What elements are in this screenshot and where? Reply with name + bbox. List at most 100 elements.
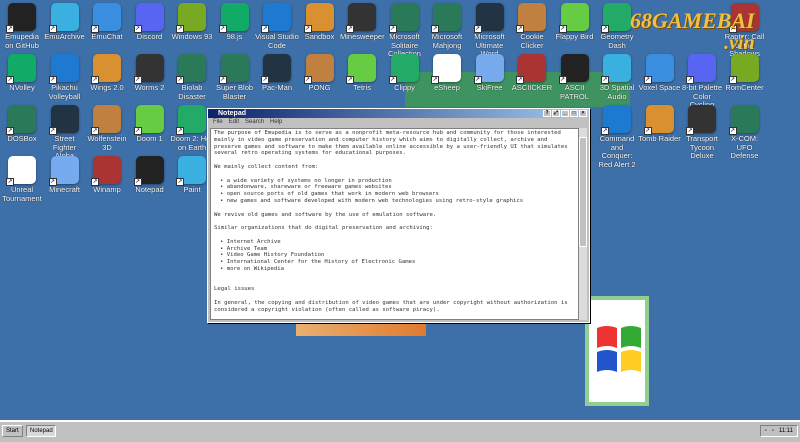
desktop-icon-skifree[interactable]: ↗SkiFree: [468, 54, 512, 93]
desktop-icon-98-js[interactable]: ↗98.js: [213, 3, 257, 42]
menu-search[interactable]: Search: [245, 118, 264, 127]
shortcut-arrow-icon: ↗: [261, 25, 269, 33]
desktop-icon-tetris[interactable]: ↗Tetris: [340, 54, 384, 93]
maximize-button[interactable]: □: [570, 110, 578, 117]
menu-file[interactable]: File: [213, 118, 223, 127]
shortcut-arrow-icon: ↗: [474, 25, 482, 33]
app-icon: ↗: [93, 105, 121, 133]
app-icon: ↗: [178, 105, 206, 133]
notepad-window[interactable]: Notepad ?⤢_□× File Edit Search Help The …: [207, 108, 590, 323]
shortcut-arrow-icon: ↗: [474, 76, 482, 84]
desktop-icon-wolfenstein-3d[interactable]: ↗ Wolfenstein 3D: [85, 105, 129, 152]
minimize-button[interactable]: _: [561, 110, 569, 117]
heading: Legal issues: [214, 286, 575, 293]
scroll-thumb[interactable]: [579, 137, 587, 247]
icon-label: Pac-Man: [255, 84, 299, 93]
app-icon: ↗: [348, 54, 376, 82]
shortcut-arrow-icon: ↗: [49, 76, 57, 84]
icon-label: Transport Tycoon Deluxe: [680, 135, 724, 161]
desktop-icon-voxel-space[interactable]: ↗Voxel Space: [638, 54, 682, 93]
desktop-icon-microsoft-solitaire-collection[interactable]: ↗Microsoft Solitaire Collection: [383, 3, 427, 59]
shortcut-arrow-icon: ↗: [431, 25, 439, 33]
tray-icon[interactable]: ▫: [772, 426, 774, 436]
desktop-icon-doom-1[interactable]: ↗Doom 1: [128, 105, 172, 144]
text-area[interactable]: The purpose of Emupedia is to serve as a…: [210, 128, 579, 320]
shortcut-arrow-icon: ↗: [261, 76, 269, 84]
icon-label: Flappy Bird: [553, 33, 597, 42]
shortcut-arrow-icon: ↗: [176, 127, 184, 135]
desktop-icon-pac-man[interactable]: ↗Pac-Man: [255, 54, 299, 93]
desktop-icon-emuchat[interactable]: ↗EmuChat: [85, 3, 129, 42]
icon-label: PONG: [298, 84, 342, 93]
shortcut-arrow-icon: ↗: [49, 127, 57, 135]
desktop-icon-discord[interactable]: ↗Discord: [128, 3, 172, 42]
start-button[interactable]: Start: [2, 425, 23, 437]
desktop-icon-romcenter[interactable]: ↗RomCenter: [723, 54, 767, 93]
desktop-icon-visual-studio-code[interactable]: ↗Visual Studio Code: [255, 3, 299, 50]
shortcut-arrow-icon: ↗: [601, 76, 609, 84]
list-item: abandonware, shareware or freeware games…: [220, 184, 575, 191]
desktop-icon-tomb-raider[interactable]: ↗Tomb Raider: [638, 105, 682, 144]
desktop-icon-transport-tycoon-deluxe[interactable]: ↗Transport Tycoon Deluxe: [680, 105, 724, 161]
desktop-icon-pong[interactable]: ↗PONG: [298, 54, 342, 93]
desktop-icon-asciicker[interactable]: ↗ASCIICKER: [510, 54, 554, 93]
desktop-icon-x-com-ufo-defense[interactable]: ↗X-COM: UFO Defense: [723, 105, 767, 161]
desktop-icon-emupedia-on-github[interactable]: ↗Emupedia on GitHub: [0, 3, 44, 50]
shortcut-arrow-icon: ↗: [49, 178, 57, 186]
icon-label: EmuArchive: [43, 33, 87, 42]
shortcut-arrow-icon: ↗: [134, 76, 142, 84]
close-button[interactable]: ×: [579, 110, 587, 117]
app-icon: ↗: [603, 54, 631, 82]
desktop-icon-minecraft[interactable]: ↗Minecraft: [43, 156, 87, 195]
desktop-icon-sandbox[interactable]: ↗Sandbox: [298, 3, 342, 42]
shortcut-arrow-icon: ↗: [729, 127, 737, 135]
desktop-icon-windows-93[interactable]: ↗Windows 93: [170, 3, 214, 42]
menu-edit[interactable]: Edit: [229, 118, 239, 127]
desktop-icon-ascii-patrol[interactable]: ↗ASCII PATROL: [553, 54, 597, 101]
desktop-icon-dosbox[interactable]: ↗DOSBox: [0, 105, 44, 144]
icon-label: Wolfenstein 3D: [85, 135, 129, 152]
desktop-icon-esheep[interactable]: ↗eSheep: [425, 54, 469, 93]
desktop-icon-minesweeper[interactable]: ↗ Minesweeper: [340, 3, 384, 42]
taskbar-item-notepad[interactable]: Notepad: [26, 425, 56, 437]
icon-label: 98.js: [213, 33, 257, 42]
title-bar[interactable]: Notepad ?⤢_□×: [208, 109, 589, 118]
desktop-icon-worms-2[interactable]: ↗Worms 2: [128, 54, 172, 93]
desktop-icon-clippy[interactable]: ↗Clippy: [383, 54, 427, 93]
desktop-icon-cookie-clicker[interactable]: ↗Cookie Clicker: [510, 3, 554, 50]
desktop-icon-8-bit-palette-color-cycling[interactable]: ↗8-bit Palette Color Cycling: [680, 54, 724, 110]
app-icon: ↗: [93, 156, 121, 184]
icon-label: Minesweeper: [340, 33, 384, 42]
desktop-icon-biolab-disaster[interactable]: ↗Biolab Disaster: [170, 54, 214, 101]
app-icon: ↗: [348, 3, 376, 31]
menu-help[interactable]: Help: [270, 118, 282, 127]
app-icon: ↗: [646, 54, 674, 82]
fullscreen-button[interactable]: ⤢: [552, 110, 560, 117]
desktop-icon-emuarchive[interactable]: ↗EmuArchive: [43, 3, 87, 42]
desktop-icon-super-blob-blaster[interactable]: ↗Super Blob Blaster: [213, 54, 257, 101]
desktop-icon-pikachu-volleyball[interactable]: ↗Pikachu Volleyball: [43, 54, 87, 101]
help-button[interactable]: ?: [543, 110, 551, 117]
desktop-icon-unreal-tournament[interactable]: ↗Unreal Tournament: [0, 156, 44, 203]
app-icon: ↗: [603, 3, 631, 31]
app-icon: ↗: [476, 54, 504, 82]
shortcut-arrow-icon: ↗: [431, 76, 439, 84]
windows-logo-image: [585, 296, 649, 406]
desktop-icon-command-and-conquer-red-alert-2[interactable]: ↗Command and Conquer: Red Alert 2: [595, 105, 639, 169]
icon-label: Windows 93: [170, 33, 214, 42]
vertical-scrollbar[interactable]: [579, 128, 587, 320]
desktop-icon-3d-spatial-audio[interactable]: ↗3D Spatial Audio: [595, 54, 639, 101]
desktop-icon-microsoft-mahjong[interactable]: ↗Microsoft Mahjong: [425, 3, 469, 50]
desktop-icon-street-fighter-alpha[interactable]: ↗Street Fighter Alpha: [43, 105, 87, 161]
desktop-icon-notepad[interactable]: ↗Notepad: [128, 156, 172, 195]
icon-label: Discord: [128, 33, 172, 42]
tray-icon[interactable]: ▫: [765, 426, 767, 436]
desktop-icon-winamp[interactable]: ↗Winamp: [85, 156, 129, 195]
system-tray: ▫▫11:11: [760, 425, 798, 437]
desktop-icon-wings-2-0[interactable]: ↗Wings 2.0: [85, 54, 129, 93]
desktop-icon-nvolley[interactable]: ↗NVolley: [0, 54, 44, 93]
paragraph: Similar organizations that do digital pr…: [214, 225, 575, 232]
shortcut-arrow-icon: ↗: [686, 127, 694, 135]
icon-label: DOSBox: [0, 135, 44, 144]
desktop-icon-flappy-bird[interactable]: ↗Flappy Bird: [553, 3, 597, 42]
